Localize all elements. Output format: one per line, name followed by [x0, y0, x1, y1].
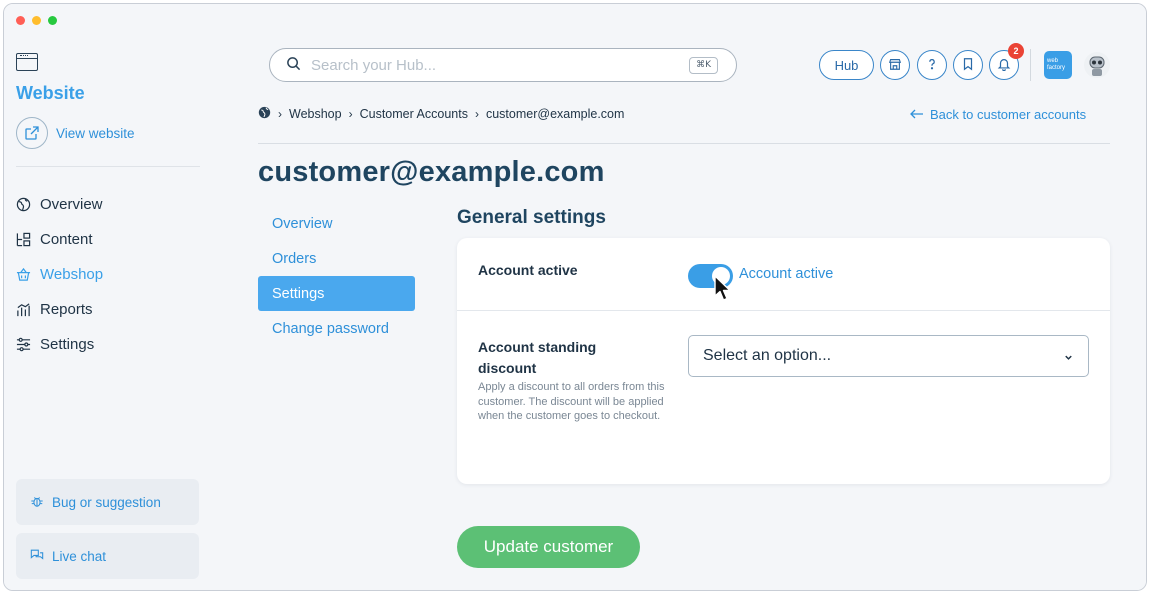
back-link-label: Back to customer accounts	[930, 107, 1087, 122]
page-title: customer@example.com	[258, 156, 605, 188]
update-customer-button[interactable]: Update customer	[457, 526, 640, 568]
search-icon	[286, 56, 301, 75]
sidebar-divider	[16, 166, 200, 167]
browser-window-icon	[16, 53, 38, 71]
notifications-button[interactable]: 2	[989, 43, 1024, 80]
customer-subnav: Overview Orders Settings Change password	[258, 206, 415, 346]
main-content: Search your Hub... ⌘K Hub 2 web factory …	[212, 37, 1146, 590]
sidebar-item-label: Content	[40, 231, 93, 248]
bookmarks-button[interactable]	[953, 50, 983, 80]
tab-overview[interactable]: Overview	[258, 206, 415, 241]
chevron-right-icon: ›	[474, 107, 479, 121]
breadcrumb-current: customer@example.com	[485, 107, 625, 121]
chevron-down-icon	[1063, 350, 1074, 368]
view-website-label: View website	[56, 125, 135, 141]
sidebar-item-label: Settings	[40, 336, 95, 353]
sidebar: Website View website Overview Content We…	[4, 37, 212, 590]
breadcrumb-webshop[interactable]: Webshop	[289, 107, 342, 121]
web-factory-logo: web factory	[1044, 51, 1072, 79]
close-window-button[interactable]	[16, 16, 25, 25]
tab-change-password[interactable]: Change password	[258, 311, 415, 346]
view-website-link[interactable]: View website	[16, 117, 135, 149]
sidebar-item-label: Webshop	[40, 266, 104, 283]
globe-icon	[16, 197, 31, 212]
breadcrumb-customer-accounts[interactable]: Customer Accounts	[360, 107, 468, 121]
maximize-window-button[interactable]	[48, 16, 57, 25]
store-icon	[888, 56, 902, 75]
discount-select[interactable]: Select an option...	[688, 335, 1089, 377]
bug-icon	[30, 494, 44, 511]
discount-select-value: Select an option...	[703, 347, 832, 364]
chevron-right-icon: ›	[278, 107, 282, 121]
account-active-row: Account active Account active	[457, 238, 1110, 311]
sidebar-item-label: Overview	[40, 196, 103, 213]
content-icon	[16, 232, 31, 247]
mouse-pointer-icon	[714, 275, 731, 301]
notification-badge: 2	[1008, 43, 1024, 59]
breadcrumb: › Webshop › Customer Accounts › customer…	[258, 106, 624, 122]
basket-icon	[16, 267, 31, 282]
bookmark-icon	[961, 56, 975, 75]
reports-icon	[16, 302, 31, 317]
search-placeholder: Search your Hub...	[311, 56, 437, 74]
sidebar-item-reports[interactable]: Reports	[16, 292, 103, 327]
header-divider-line	[258, 143, 1110, 144]
search-shortcut-hint: ⌘K	[689, 57, 718, 74]
general-settings-card: Account active Account active Account st…	[457, 238, 1110, 484]
title-bar	[4, 4, 1146, 37]
help-button[interactable]	[917, 50, 947, 80]
sidebar-item-content[interactable]: Content	[16, 222, 103, 257]
sidebar-item-settings[interactable]: Settings	[16, 327, 103, 362]
external-link-icon	[16, 117, 48, 149]
tab-orders[interactable]: Orders	[258, 241, 415, 276]
live-chat-label: Live chat	[52, 548, 107, 564]
question-mark-icon	[925, 56, 939, 75]
header-divider	[1030, 49, 1031, 81]
tab-settings[interactable]: Settings	[258, 276, 415, 311]
live-chat-button[interactable]: Live chat	[16, 533, 199, 579]
back-to-customer-accounts-link[interactable]: Back to customer accounts	[910, 107, 1086, 122]
app-window: Website View website Overview Content We…	[3, 3, 1147, 591]
account-active-toggle-label: Account active	[739, 266, 834, 282]
arrow-left-icon	[910, 107, 924, 122]
bell-icon	[997, 56, 1011, 75]
sliders-icon	[16, 337, 31, 352]
bug-suggestion-button[interactable]: Bug or suggestion	[16, 479, 199, 525]
store-button[interactable]	[880, 50, 910, 80]
hub-button[interactable]: Hub	[819, 50, 874, 80]
sidebar-nav: Overview Content Webshop Reports Setting…	[16, 187, 103, 362]
search-input[interactable]: Search your Hub... ⌘K	[269, 48, 737, 82]
bug-suggestion-label: Bug or suggestion	[52, 494, 161, 510]
minimize-window-button[interactable]	[32, 16, 41, 25]
chevron-right-icon: ›	[348, 107, 353, 121]
globe-icon[interactable]	[258, 106, 271, 122]
discount-help-text: Apply a discount to all orders from this…	[478, 381, 665, 422]
sidebar-title: Website	[16, 83, 85, 103]
discount-label: Account standing discount	[478, 339, 597, 376]
sidebar-item-webshop[interactable]: Webshop	[16, 257, 103, 292]
section-title: General settings	[457, 207, 606, 228]
sidebar-item-label: Reports	[40, 301, 93, 318]
chat-bubbles-icon	[30, 548, 44, 565]
account-active-label: Account active	[478, 262, 578, 278]
sidebar-item-overview[interactable]: Overview	[16, 187, 103, 222]
robot-avatar-icon	[1084, 52, 1110, 78]
user-avatar[interactable]	[1082, 50, 1112, 80]
